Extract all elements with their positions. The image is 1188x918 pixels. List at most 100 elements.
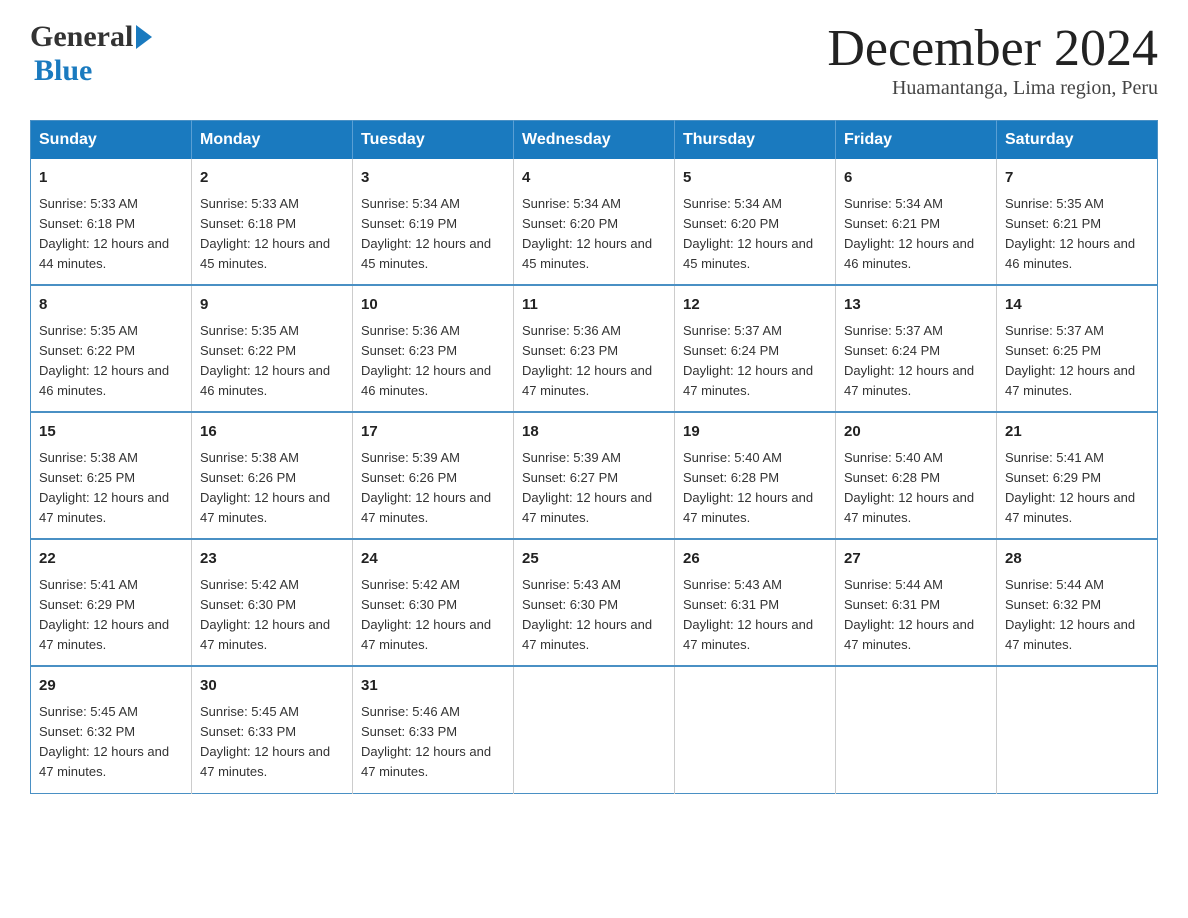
calendar-cell: 13 Sunrise: 5:37 AMSunset: 6:24 PMDayligh… bbox=[836, 285, 997, 412]
day-info: Sunrise: 5:42 AMSunset: 6:30 PMDaylight:… bbox=[361, 575, 505, 656]
calendar-cell: 23 Sunrise: 5:42 AMSunset: 6:30 PMDayligh… bbox=[192, 539, 353, 666]
day-info: Sunrise: 5:40 AMSunset: 6:28 PMDaylight:… bbox=[683, 448, 827, 529]
col-saturday: Saturday bbox=[997, 121, 1158, 160]
day-info: Sunrise: 5:34 AMSunset: 6:21 PMDaylight:… bbox=[844, 194, 988, 275]
col-tuesday: Tuesday bbox=[353, 121, 514, 160]
day-info: Sunrise: 5:42 AMSunset: 6:30 PMDaylight:… bbox=[200, 575, 344, 656]
day-number: 2 bbox=[200, 167, 344, 190]
calendar-cell: 20 Sunrise: 5:40 AMSunset: 6:28 PMDayligh… bbox=[836, 412, 997, 539]
day-info: Sunrise: 5:37 AMSunset: 6:24 PMDaylight:… bbox=[683, 321, 827, 402]
day-headers-row: Sunday Monday Tuesday Wednesday Thursday… bbox=[31, 121, 1158, 160]
calendar-header: Sunday Monday Tuesday Wednesday Thursday… bbox=[31, 121, 1158, 160]
day-number: 14 bbox=[1005, 294, 1149, 317]
day-number: 20 bbox=[844, 421, 988, 444]
calendar-cell: 8Sunrise: 5:35 AMSunset: 6:22 PMDaylight… bbox=[31, 285, 192, 412]
calendar-cell: 16 Sunrise: 5:38 AMSunset: 6:26 PMDayligh… bbox=[192, 412, 353, 539]
logo: General Blue bbox=[30, 20, 152, 88]
day-info: Sunrise: 5:35 AMSunset: 6:22 PMDaylight:… bbox=[39, 321, 183, 402]
day-info: Sunrise: 5:45 AMSunset: 6:32 PMDaylight:… bbox=[39, 702, 183, 783]
calendar-cell: 22Sunrise: 5:41 AMSunset: 6:29 PMDayligh… bbox=[31, 539, 192, 666]
day-info: Sunrise: 5:36 AMSunset: 6:23 PMDaylight:… bbox=[361, 321, 505, 402]
day-info: Sunrise: 5:39 AMSunset: 6:26 PMDaylight:… bbox=[361, 448, 505, 529]
calendar-cell: 25 Sunrise: 5:43 AMSunset: 6:30 PMDayligh… bbox=[514, 539, 675, 666]
day-info: Sunrise: 5:35 AMSunset: 6:21 PMDaylight:… bbox=[1005, 194, 1149, 275]
day-number: 16 bbox=[200, 421, 344, 444]
calendar-cell: 5Sunrise: 5:34 AMSunset: 6:20 PMDaylight… bbox=[675, 159, 836, 285]
col-wednesday: Wednesday bbox=[514, 121, 675, 160]
title-section: December 2024 Huamantanga, Lima region, … bbox=[827, 20, 1158, 100]
day-number: 26 bbox=[683, 548, 827, 571]
calendar-cell bbox=[836, 666, 997, 793]
col-monday: Monday bbox=[192, 121, 353, 160]
calendar-cell: 10 Sunrise: 5:36 AMSunset: 6:23 PMDayligh… bbox=[353, 285, 514, 412]
calendar-cell: 14 Sunrise: 5:37 AMSunset: 6:25 PMDayligh… bbox=[997, 285, 1158, 412]
calendar-subtitle: Huamantanga, Lima region, Peru bbox=[827, 77, 1158, 100]
day-number: 3 bbox=[361, 167, 505, 190]
day-number: 5 bbox=[683, 167, 827, 190]
calendar-week-row: 22Sunrise: 5:41 AMSunset: 6:29 PMDayligh… bbox=[31, 539, 1158, 666]
logo-blue-text: Blue bbox=[34, 54, 92, 87]
day-number: 30 bbox=[200, 675, 344, 698]
calendar-cell: 27 Sunrise: 5:44 AMSunset: 6:31 PMDayligh… bbox=[836, 539, 997, 666]
day-number: 10 bbox=[361, 294, 505, 317]
calendar-cell: 29 Sunrise: 5:45 AMSunset: 6:32 PMDayligh… bbox=[31, 666, 192, 793]
day-info: Sunrise: 5:44 AMSunset: 6:31 PMDaylight:… bbox=[844, 575, 988, 656]
day-number: 4 bbox=[522, 167, 666, 190]
day-number: 24 bbox=[361, 548, 505, 571]
day-info: Sunrise: 5:43 AMSunset: 6:31 PMDaylight:… bbox=[683, 575, 827, 656]
day-info: Sunrise: 5:46 AMSunset: 6:33 PMDaylight:… bbox=[361, 702, 505, 783]
calendar-title: December 2024 bbox=[827, 20, 1158, 77]
day-info: Sunrise: 5:45 AMSunset: 6:33 PMDaylight:… bbox=[200, 702, 344, 783]
calendar-body: 1 Sunrise: 5:33 AMSunset: 6:18 PMDaylight… bbox=[31, 159, 1158, 793]
day-info: Sunrise: 5:41 AMSunset: 6:29 PMDaylight:… bbox=[39, 575, 183, 656]
day-number: 27 bbox=[844, 548, 988, 571]
day-info: Sunrise: 5:34 AMSunset: 6:20 PMDaylight:… bbox=[522, 194, 666, 275]
day-info: Sunrise: 5:33 AMSunset: 6:18 PMDaylight:… bbox=[39, 194, 183, 275]
day-number: 23 bbox=[200, 548, 344, 571]
day-info: Sunrise: 5:38 AMSunset: 6:25 PMDaylight:… bbox=[39, 448, 183, 529]
day-info: Sunrise: 5:37 AMSunset: 6:24 PMDaylight:… bbox=[844, 321, 988, 402]
calendar-week-row: 29 Sunrise: 5:45 AMSunset: 6:32 PMDayligh… bbox=[31, 666, 1158, 793]
logo-general-text: General bbox=[30, 20, 133, 54]
day-info: Sunrise: 5:43 AMSunset: 6:30 PMDaylight:… bbox=[522, 575, 666, 656]
calendar-cell: 11Sunrise: 5:36 AMSunset: 6:23 PMDayligh… bbox=[514, 285, 675, 412]
calendar-cell: 4 Sunrise: 5:34 AMSunset: 6:20 PMDaylight… bbox=[514, 159, 675, 285]
calendar-cell: 6Sunrise: 5:34 AMSunset: 6:21 PMDaylight… bbox=[836, 159, 997, 285]
calendar-cell: 3 Sunrise: 5:34 AMSunset: 6:19 PMDaylight… bbox=[353, 159, 514, 285]
calendar-cell bbox=[675, 666, 836, 793]
calendar-week-row: 15Sunrise: 5:38 AMSunset: 6:25 PMDayligh… bbox=[31, 412, 1158, 539]
calendar-cell bbox=[997, 666, 1158, 793]
day-number: 28 bbox=[1005, 548, 1149, 571]
day-info: Sunrise: 5:33 AMSunset: 6:18 PMDaylight:… bbox=[200, 194, 344, 275]
day-number: 21 bbox=[1005, 421, 1149, 444]
day-number: 13 bbox=[844, 294, 988, 317]
day-info: Sunrise: 5:40 AMSunset: 6:28 PMDaylight:… bbox=[844, 448, 988, 529]
calendar-week-row: 1 Sunrise: 5:33 AMSunset: 6:18 PMDaylight… bbox=[31, 159, 1158, 285]
calendar-cell: 15Sunrise: 5:38 AMSunset: 6:25 PMDayligh… bbox=[31, 412, 192, 539]
day-info: Sunrise: 5:38 AMSunset: 6:26 PMDaylight:… bbox=[200, 448, 344, 529]
calendar-cell: 24 Sunrise: 5:42 AMSunset: 6:30 PMDayligh… bbox=[353, 539, 514, 666]
calendar-table: Sunday Monday Tuesday Wednesday Thursday… bbox=[30, 120, 1158, 793]
calendar-cell: 30 Sunrise: 5:45 AMSunset: 6:33 PMDayligh… bbox=[192, 666, 353, 793]
day-info: Sunrise: 5:44 AMSunset: 6:32 PMDaylight:… bbox=[1005, 575, 1149, 656]
calendar-cell: 26 Sunrise: 5:43 AMSunset: 6:31 PMDayligh… bbox=[675, 539, 836, 666]
day-number: 12 bbox=[683, 294, 827, 317]
day-info: Sunrise: 5:34 AMSunset: 6:19 PMDaylight:… bbox=[361, 194, 505, 275]
day-number: 7 bbox=[1005, 167, 1149, 190]
calendar-cell: 21 Sunrise: 5:41 AMSunset: 6:29 PMDayligh… bbox=[997, 412, 1158, 539]
day-number: 19 bbox=[683, 421, 827, 444]
calendar-cell: 18Sunrise: 5:39 AMSunset: 6:27 PMDayligh… bbox=[514, 412, 675, 539]
day-info: Sunrise: 5:37 AMSunset: 6:25 PMDaylight:… bbox=[1005, 321, 1149, 402]
day-info: Sunrise: 5:41 AMSunset: 6:29 PMDaylight:… bbox=[1005, 448, 1149, 529]
calendar-week-row: 8Sunrise: 5:35 AMSunset: 6:22 PMDaylight… bbox=[31, 285, 1158, 412]
col-friday: Friday bbox=[836, 121, 997, 160]
day-number: 17 bbox=[361, 421, 505, 444]
calendar-cell: 12 Sunrise: 5:37 AMSunset: 6:24 PMDayligh… bbox=[675, 285, 836, 412]
col-thursday: Thursday bbox=[675, 121, 836, 160]
day-number: 25 bbox=[522, 548, 666, 571]
col-sunday: Sunday bbox=[31, 121, 192, 160]
day-number: 29 bbox=[39, 675, 183, 698]
day-number: 1 bbox=[39, 167, 183, 190]
calendar-cell: 19 Sunrise: 5:40 AMSunset: 6:28 PMDayligh… bbox=[675, 412, 836, 539]
calendar-cell: 2 Sunrise: 5:33 AMSunset: 6:18 PMDaylight… bbox=[192, 159, 353, 285]
